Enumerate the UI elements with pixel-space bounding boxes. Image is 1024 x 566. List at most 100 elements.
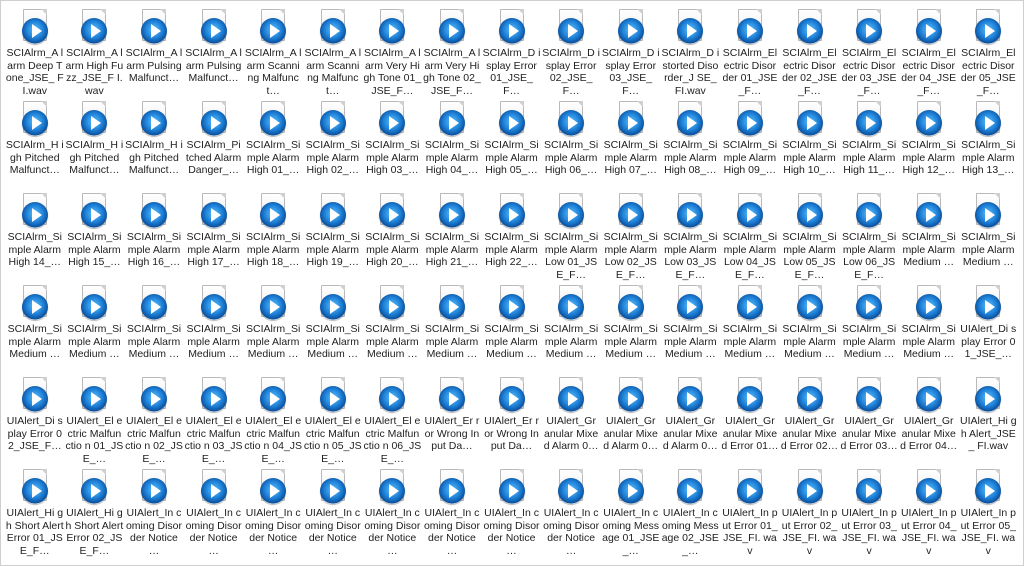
file-item[interactable]: SCIAlrm_A larm Scanning Malfunct… (243, 7, 303, 99)
file-item[interactable]: UIAlert_Di splay Error 02_JSE_F… (5, 375, 65, 467)
file-item[interactable]: SCIAlrm_Si mple Alarm Medium … (65, 283, 125, 375)
file-item[interactable]: SCIAlrm_A larm Very High Tone 01_JSE_F… (363, 7, 423, 99)
file-item[interactable]: UIAlert_In coming Disorder Notice … (243, 467, 303, 559)
file-item[interactable]: UIAlert_Hi gh Short Alert Error 01_JSE_F… (5, 467, 65, 559)
file-item[interactable]: SCIAlrm_A larm High Fuzz_JSE_F I.wav (65, 7, 125, 99)
file-item[interactable]: SCIAlrm_Si mple Alarm High 04_… (422, 99, 482, 191)
file-item[interactable]: SCIAlrm_Si mple Alarm Medium … (720, 283, 780, 375)
file-item[interactable]: SCIAlrm_Si mple Alarm Low 01_JSE_F… (541, 191, 601, 283)
file-item[interactable]: UIAlert_In coming Disorder Notice … (363, 467, 423, 559)
file-item[interactable]: SCIAlrm_D istorted Disorder_J SE_FI.wav (661, 7, 721, 99)
file-item[interactable]: SCIAlrm_Si mple Alarm High 18_… (243, 191, 303, 283)
file-item[interactable]: UIAlert_Gr anular Mixed Alarm 0… (661, 375, 721, 467)
file-item[interactable]: UIAlert_Gr anular Mixed Error 02… (780, 375, 840, 467)
file-item[interactable]: SCIAlrm_Si mple Alarm High 17_… (184, 191, 244, 283)
file-item[interactable]: UIAlert_Gr anular Mixed Error 03… (839, 375, 899, 467)
file-item[interactable]: UIAlert_Gr anular Mixed Alarm 0… (541, 375, 601, 467)
file-item[interactable]: SCIAlrm_Si mple Alarm Medium … (422, 283, 482, 375)
file-item[interactable]: UIAlert_In coming Disorder Notice … (541, 467, 601, 559)
file-item[interactable]: SCIAlrm_Si mple Alarm Low 03_JSE_F… (661, 191, 721, 283)
file-item[interactable]: SCIAlrm_Si mple Alarm Low 04_JSE_F… (720, 191, 780, 283)
file-item[interactable]: UIAlert_Er ror Wrong Input Da… (422, 375, 482, 467)
file-item[interactable]: SCIAlrm_Si mple Alarm High 05_… (482, 99, 542, 191)
file-item[interactable]: UIAlert_El ectric Malfunctio n 02_JSE_… (124, 375, 184, 467)
file-item[interactable]: SCIAlrm_Si mple Alarm Medium … (124, 283, 184, 375)
file-item[interactable]: SCIAlrm_Si mple Alarm High 01_… (243, 99, 303, 191)
file-item[interactable]: SCIAlrm_Si mple Alarm Low 05_JSE_F… (780, 191, 840, 283)
file-item[interactable]: SCIAlrm_Si mple Alarm Medium … (184, 283, 244, 375)
file-item[interactable]: UIAlert_Hi gh Short Alert Error 02_JSE_F… (65, 467, 125, 559)
file-item[interactable]: UIAlert_In put Error 03_JSE_FI. wav (839, 467, 899, 559)
file-item[interactable]: SCIAlrm_Si mple Alarm Medium … (5, 283, 65, 375)
file-item[interactable]: SCIAlrm_A larm Very High Tone 02_JSE_F… (422, 7, 482, 99)
file-item[interactable]: UIAlert_In coming Disorder Notice … (124, 467, 184, 559)
file-item[interactable]: UIAlert_In put Error 04_JSE_FI. wav (899, 467, 959, 559)
file-item[interactable]: SCIAlrm_Si mple Alarm High 13_… (959, 99, 1019, 191)
file-item[interactable]: SCIAlrm_El ectric Disorder 03_JSE_F… (839, 7, 899, 99)
file-item[interactable]: UIAlert_In coming Message 01_JSE_… (601, 467, 661, 559)
file-item[interactable]: SCIAlrm_Si mple Alarm High 12_… (899, 99, 959, 191)
file-item[interactable]: SCIAlrm_Pi tched Alarm Danger_… (184, 99, 244, 191)
file-item[interactable]: SCIAlrm_Si mple Alarm High 16_… (124, 191, 184, 283)
file-item[interactable]: SCIAlrm_A larm Pulsing Malfunct… (184, 7, 244, 99)
file-item[interactable]: SCIAlrm_Si mple Alarm Medium … (363, 283, 423, 375)
file-item[interactable]: SCIAlrm_El ectric Disorder 02_JSE_F… (780, 7, 840, 99)
file-item[interactable]: SCIAlrm_Si mple Alarm High 06_… (541, 99, 601, 191)
file-item[interactable]: SCIAlrm_Si mple Alarm Medium … (303, 283, 363, 375)
file-item[interactable]: SCIAlrm_Si mple Alarm High 10_… (780, 99, 840, 191)
file-item[interactable]: SCIAlrm_Si mple Alarm Medium … (541, 283, 601, 375)
file-item[interactable]: SCIAlrm_D isplay Error 01_JSE_F… (482, 7, 542, 99)
file-item[interactable]: UIAlert_El ectric Malfunctio n 01_JSE_… (65, 375, 125, 467)
file-item[interactable]: SCIAlrm_Si mple Alarm High 08_… (661, 99, 721, 191)
file-item[interactable]: SCIAlrm_Si mple Alarm Medium … (959, 191, 1019, 283)
file-item[interactable]: UIAlert_In coming Disorder Notice … (303, 467, 363, 559)
file-item[interactable]: UIAlert_In coming Disorder Notice … (482, 467, 542, 559)
file-item[interactable]: UIAlert_Di splay Error 01_JSE_… (959, 283, 1019, 375)
file-item[interactable]: SCIAlrm_Si mple Alarm Medium … (243, 283, 303, 375)
file-item[interactable]: UIAlert_Gr anular Mixed Error 01… (720, 375, 780, 467)
file-item[interactable]: SCIAlrm_H igh Pitched Malfunct… (65, 99, 125, 191)
file-item[interactable]: SCIAlrm_Si mple Alarm Medium … (780, 283, 840, 375)
file-item[interactable]: SCIAlrm_Si mple Alarm Low 06_JSE_F… (839, 191, 899, 283)
file-item[interactable]: UIAlert_In put Error 05_JSE_FI. wav (959, 467, 1019, 559)
file-item[interactable]: SCIAlrm_Si mple Alarm High 21_… (422, 191, 482, 283)
file-item[interactable]: SCIAlrm_Si mple Alarm Low 02_JSE_F… (601, 191, 661, 283)
file-item[interactable]: SCIAlrm_Si mple Alarm High 09_… (720, 99, 780, 191)
file-item[interactable]: SCIAlrm_Si mple Alarm Medium … (482, 283, 542, 375)
file-item[interactable]: SCIAlrm_El ectric Disorder 05_JSE_F… (959, 7, 1019, 99)
file-item[interactable]: SCIAlrm_Si mple Alarm Medium … (899, 191, 959, 283)
file-item[interactable]: SCIAlrm_H igh Pitched Malfunct… (5, 99, 65, 191)
file-item[interactable]: SCIAlrm_Si mple Alarm High 03_… (363, 99, 423, 191)
file-item[interactable]: SCIAlrm_Si mple Alarm High 22_… (482, 191, 542, 283)
file-item[interactable]: UIAlert_Er ror Wrong Input Da… (482, 375, 542, 467)
file-item[interactable]: UIAlert_In coming Disorder Notice … (422, 467, 482, 559)
file-item[interactable]: SCIAlrm_Si mple Alarm Medium … (661, 283, 721, 375)
file-item[interactable]: UIAlert_El ectric Malfunctio n 03_JSE_… (184, 375, 244, 467)
file-item[interactable]: SCIAlrm_D isplay Error 03_JSE_F… (601, 7, 661, 99)
file-item[interactable]: UIAlert_In coming Message 02_JSE_… (661, 467, 721, 559)
file-item[interactable]: SCIAlrm_Si mple Alarm Medium … (899, 283, 959, 375)
file-item[interactable]: UIAlert_El ectric Malfunctio n 06_JSE_… (363, 375, 423, 467)
file-item[interactable]: UIAlert_Hi gh Alert_JSE_ FI.wav (959, 375, 1019, 467)
file-item[interactable]: UIAlert_El ectric Malfunctio n 05_JSE_… (303, 375, 363, 467)
file-item[interactable]: UIAlert_In coming Disorder Notice … (184, 467, 244, 559)
file-item[interactable]: UIAlert_Gr anular Mixed Alarm 0… (601, 375, 661, 467)
file-item[interactable]: SCIAlrm_Si mple Alarm Medium … (601, 283, 661, 375)
file-item[interactable]: SCIAlrm_D isplay Error 02_JSE_F… (541, 7, 601, 99)
file-item[interactable]: SCIAlrm_Si mple Alarm High 02_… (303, 99, 363, 191)
file-item[interactable]: UIAlert_Gr anular Mixed Error 04… (899, 375, 959, 467)
file-item[interactable]: SCIAlrm_Si mple Alarm High 14_… (5, 191, 65, 283)
file-item[interactable]: SCIAlrm_Si mple Alarm High 20_… (363, 191, 423, 283)
file-item[interactable]: UIAlert_In put Error 02_JSE_FI. wav (780, 467, 840, 559)
file-item[interactable]: SCIAlrm_Si mple Alarm High 19_… (303, 191, 363, 283)
file-item[interactable]: SCIAlrm_Si mple Alarm High 11_… (839, 99, 899, 191)
file-item[interactable]: SCIAlrm_Si mple Alarm High 15_… (65, 191, 125, 283)
file-item[interactable]: SCIAlrm_A larm Pulsing Malfunct… (124, 7, 184, 99)
file-item[interactable]: SCIAlrm_A larm Deep Tone_JSE_ FI.wav (5, 7, 65, 99)
file-item[interactable]: SCIAlrm_Si mple Alarm High 07_… (601, 99, 661, 191)
file-item[interactable]: UIAlert_El ectric Malfunctio n 04_JSE_… (243, 375, 303, 467)
file-item[interactable]: SCIAlrm_El ectric Disorder 01_JSE_F… (720, 7, 780, 99)
file-item[interactable]: SCIAlrm_Si mple Alarm Medium … (839, 283, 899, 375)
file-item[interactable]: SCIAlrm_El ectric Disorder 04_JSE_F… (899, 7, 959, 99)
file-item[interactable]: SCIAlrm_A larm Scanning Malfunct… (303, 7, 363, 99)
